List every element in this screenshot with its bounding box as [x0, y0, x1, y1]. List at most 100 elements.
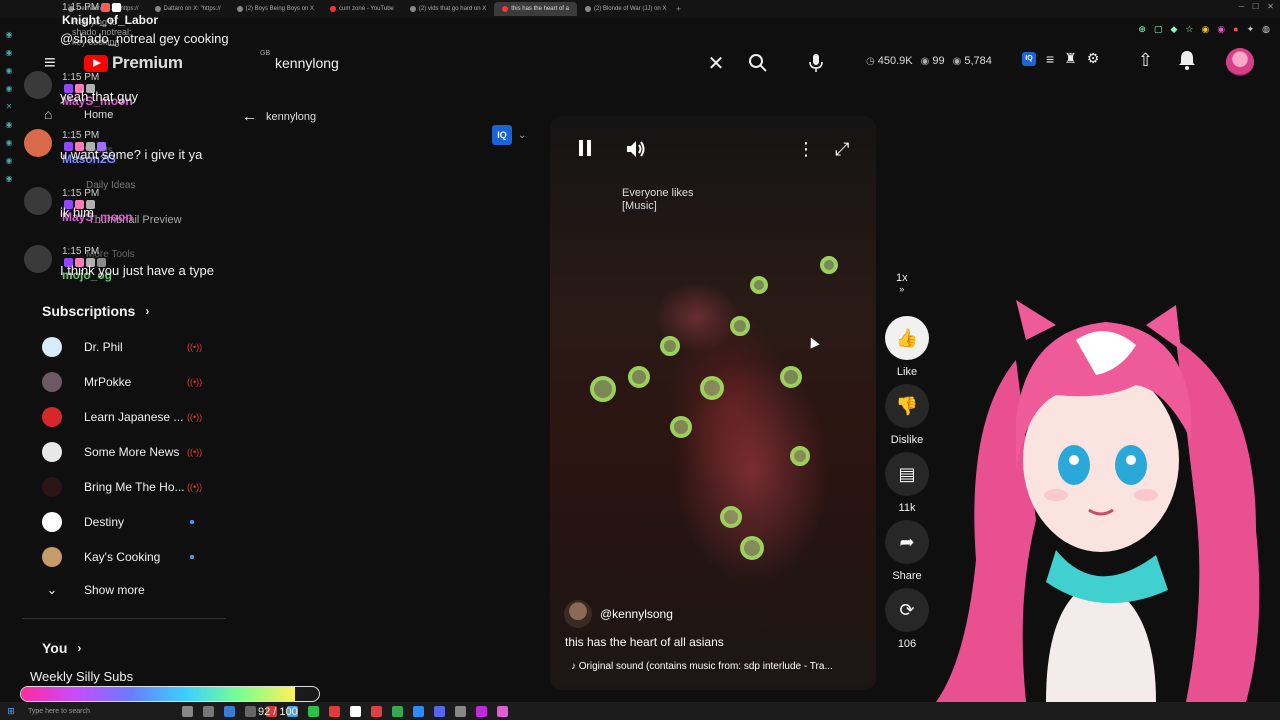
- taskbar-app-icon[interactable]: [497, 705, 508, 717]
- taskbar-app-icon[interactable]: [308, 705, 319, 717]
- taskbar-app-icon[interactable]: [371, 705, 382, 717]
- subscription-item[interactable]: Some More News ((•)): [42, 435, 222, 469]
- chat-timestamp: 1:15 PM: [62, 188, 100, 199]
- extension-tool-icon[interactable]: ⚙: [1087, 50, 1100, 67]
- bookmark-star-icon[interactable]: ☆: [1185, 24, 1193, 35]
- search-button[interactable]: [740, 46, 776, 80]
- extension-icon[interactable]: ◉: [1201, 24, 1209, 35]
- subscription-item[interactable]: Destiny: [42, 505, 222, 539]
- search-icon: [749, 54, 767, 72]
- list-icon[interactable]: ≡: [1046, 51, 1054, 67]
- home-icon[interactable]: ⌂: [44, 106, 52, 122]
- youtube-play-icon: [84, 54, 108, 72]
- rail-icon[interactable]: ◉: [6, 66, 13, 75]
- channel-row[interactable]: @kennylsong: [564, 600, 673, 628]
- channel-name[interactable]: @kennylsong: [600, 607, 673, 621]
- stat-views-value: 450.9K: [877, 55, 913, 67]
- create-button[interactable]: ⇧: [1138, 50, 1153, 71]
- translate-icon[interactable]: ▢: [1154, 24, 1163, 35]
- chat-badge-icon: [101, 2, 111, 12]
- rail-icon[interactable]: ◉: [6, 120, 13, 129]
- profile-icon[interactable]: ◍: [1262, 24, 1270, 35]
- window-controls[interactable]: ─ ☐ ✕: [1238, 2, 1274, 11]
- live-icon: ((•)): [187, 342, 203, 352]
- fullscreen-icon[interactable]: ⤢: [835, 139, 849, 160]
- subscription-item[interactable]: Bring Me The Ho... ((•)): [42, 470, 222, 504]
- browser-tab[interactable]: cum zone - YouTube: [322, 2, 402, 16]
- vidiq-icon[interactable]: IQ: [1022, 51, 1036, 66]
- minimize-icon[interactable]: ─: [1238, 2, 1244, 11]
- youtube-logo[interactable]: Premium GB: [84, 50, 270, 73]
- channel-avatar[interactable]: [564, 600, 592, 628]
- extension-icon[interactable]: ◉: [1217, 24, 1225, 35]
- more-options-icon[interactable]: ⋮: [797, 139, 815, 160]
- trophy-icon[interactable]: ♜: [1064, 50, 1077, 67]
- subscription-item[interactable]: MrPokke ((•)): [42, 365, 222, 399]
- notifications-button[interactable]: [1178, 50, 1196, 75]
- browser-tab[interactable]: Dattaro on X: "https://: [147, 2, 229, 16]
- subscriptions-header[interactable]: Subscriptions ›: [42, 303, 149, 319]
- video-frame-detail: [700, 376, 724, 400]
- original-sound-link[interactable]: ♪ Original sound (contains music from: s…: [571, 661, 861, 672]
- shield-icon[interactable]: ◆: [1170, 24, 1177, 35]
- subscription-item[interactable]: Kay's Cooking: [42, 540, 222, 574]
- you-header[interactable]: You ›: [42, 640, 81, 656]
- rail-icon[interactable]: ◉: [6, 30, 13, 39]
- search-box[interactable]: kennylong ✕: [266, 46, 736, 80]
- taskbar-app-icon[interactable]: [329, 705, 340, 717]
- vidiq-short-tool[interactable]: IQ ⌄: [492, 125, 526, 145]
- browser-tab[interactable]: (2) vids that go hard on X: [402, 2, 494, 16]
- volume-button[interactable]: [625, 139, 647, 164]
- browser-tab[interactable]: (2) Boys Being Boys on X: [229, 2, 322, 16]
- guide-home[interactable]: Home: [84, 109, 113, 121]
- rail-icon[interactable]: ✕: [6, 102, 13, 111]
- voice-search-button[interactable]: [800, 48, 832, 78]
- chat-message: @shado_notreal gey cooking: [60, 31, 229, 46]
- taskbar-app-icon[interactable]: [434, 705, 445, 717]
- taskbar-app-icon[interactable]: [476, 705, 487, 717]
- puzzle-icon[interactable]: ✦: [1247, 24, 1255, 35]
- rail-icon[interactable]: ◉: [6, 174, 13, 183]
- search-input[interactable]: kennylong: [266, 55, 696, 71]
- close-window-icon[interactable]: ✕: [1267, 2, 1274, 11]
- taskbar-app-icon[interactable]: [455, 705, 466, 717]
- live-icon: ((•)): [187, 412, 203, 422]
- menu-icon[interactable]: ≡: [44, 52, 56, 75]
- rail-icon[interactable]: ◉: [6, 156, 13, 165]
- tab-label: (2) Boys Being Boys on X: [245, 6, 315, 12]
- rail-icon[interactable]: ◉: [6, 138, 13, 147]
- chat-username[interactable]: Knight_of_Labor: [62, 13, 158, 27]
- taskbar-app-icon[interactable]: [182, 705, 193, 717]
- channel-avatar: [42, 547, 62, 567]
- maximize-icon[interactable]: ☐: [1252, 2, 1259, 11]
- taskbar-app-icon[interactable]: [350, 705, 361, 717]
- subscription-item[interactable]: Learn Japanese ... ((•)): [42, 400, 222, 434]
- clear-search-icon[interactable]: ✕: [696, 51, 736, 76]
- new-tab-button[interactable]: +: [676, 4, 681, 14]
- show-more-button[interactable]: ⌄ Show more: [42, 582, 145, 598]
- pause-button[interactable]: [577, 139, 593, 162]
- taskbar-app-icon[interactable]: [203, 705, 214, 717]
- chat-message: I think you just have a type: [60, 263, 214, 278]
- stat-viewers-value: 99: [932, 55, 945, 67]
- upload-icon: ⇧: [1138, 50, 1154, 70]
- taskbar-app-icon[interactable]: [413, 705, 424, 717]
- rail-icon[interactable]: ◉: [6, 48, 13, 57]
- back-arrow-icon[interactable]: ←: [242, 108, 257, 125]
- taskbar-app-icon[interactable]: [224, 705, 235, 717]
- extension-icon[interactable]: ●: [1233, 24, 1238, 34]
- os-taskbar: ⊞ Type here to search: [0, 702, 1280, 720]
- taskbar-app-icon[interactable]: [392, 705, 403, 717]
- browser-tab[interactable]: (2) Blonde of War (JJ) on X: [577, 2, 672, 16]
- browser-tab[interactable]: this has the heart of a: [494, 2, 577, 16]
- chevron-down-icon: ⌄: [518, 129, 527, 141]
- zoom-icon[interactable]: ⊕: [1138, 24, 1146, 35]
- tab-favicon-icon: [236, 6, 243, 12]
- windows-start-icon[interactable]: ⊞: [0, 706, 22, 717]
- taskbar-search[interactable]: Type here to search: [22, 708, 172, 715]
- taskbar-app-icon[interactable]: [245, 705, 256, 717]
- rail-icon[interactable]: ◉: [6, 84, 13, 93]
- playback-speed-button[interactable]: 1x »: [896, 272, 908, 294]
- subscription-item[interactable]: Dr. Phil ((•)): [42, 330, 222, 364]
- account-avatar[interactable]: [1226, 48, 1254, 76]
